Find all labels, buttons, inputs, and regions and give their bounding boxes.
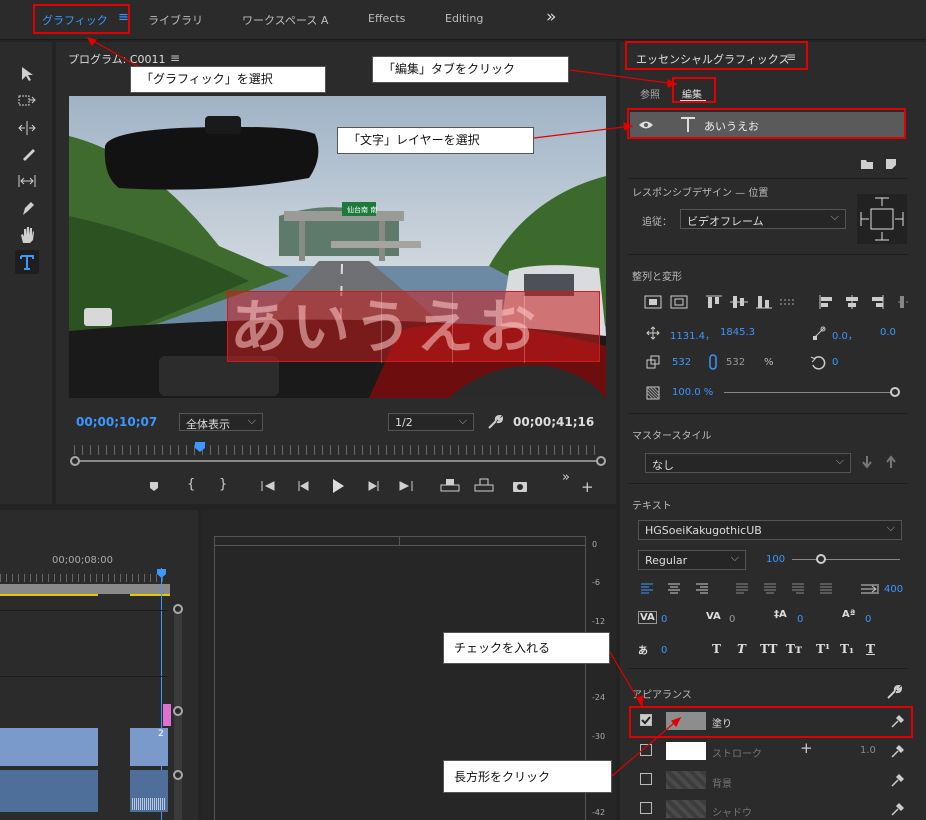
callout-check: チェックを入れる <box>443 632 610 664</box>
callout-click-edit-tab: 「編集」タブをクリック <box>372 56 569 83</box>
highlight-graphics-workspace <box>33 4 130 34</box>
callout-click-rectangle: 長方形をクリック <box>443 760 612 793</box>
callout-select-graphics: 「グラフィック」を選択 <box>130 66 326 93</box>
highlight-eg-panel-title <box>625 41 808 70</box>
highlight-text-layer <box>627 108 906 139</box>
highlight-fill-row <box>629 706 913 738</box>
callout-select-text-layer: 「文字」レイヤーを選択 <box>337 127 534 154</box>
highlight-edit-tab <box>672 77 716 103</box>
